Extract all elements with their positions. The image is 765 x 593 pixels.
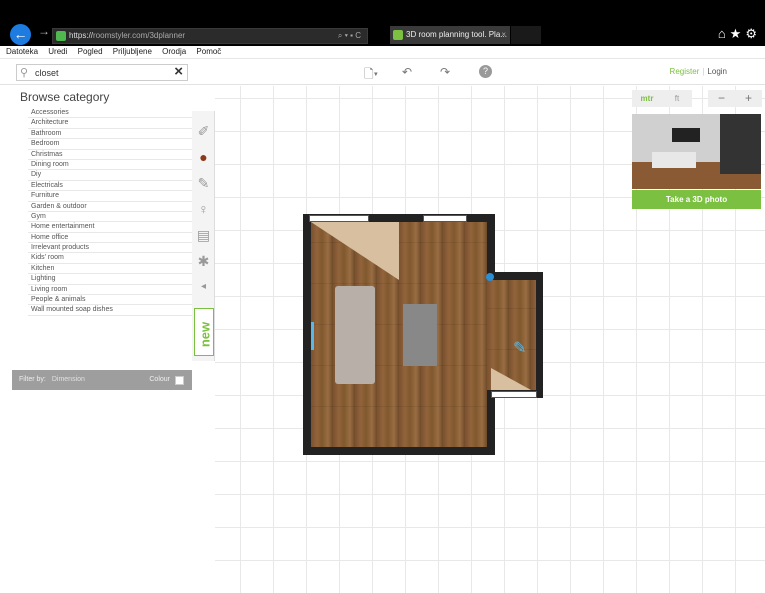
redo-icon[interactable]: ↷	[440, 65, 450, 79]
category-item[interactable]: Garden & outdoor	[28, 202, 194, 212]
url-protocol: https://	[69, 31, 94, 40]
browser-chrome: ← → https://roomstyler.com/3dplanner ⌕ ▾…	[0, 0, 765, 46]
category-item[interactable]: Living room	[28, 285, 194, 296]
unit-toggle: mtr ft	[632, 90, 692, 107]
category-item[interactable]: Christmas	[28, 150, 194, 160]
browser-tab-active[interactable]: 3D room planning tool. Pla... ×	[390, 26, 510, 44]
category-item[interactable]: Accessories	[28, 108, 194, 119]
address-bar-icons[interactable]: ⌕ ▾ ▪ C	[338, 29, 361, 43]
take-3d-photo-button[interactable]: Take a 3D photo	[632, 190, 761, 209]
new-label: new	[197, 321, 213, 348]
favicon-icon	[393, 30, 403, 40]
category-item[interactable]: Home office	[28, 233, 194, 244]
tab-close-icon[interactable]: ×	[501, 26, 506, 44]
3d-preview-thumbnail[interactable]	[632, 114, 761, 189]
category-item[interactable]: Furniture	[28, 191, 194, 202]
menu-uredi[interactable]: Uredi	[48, 47, 67, 56]
plant-icon[interactable]: ✱	[192, 253, 215, 270]
window-side-bottom[interactable]	[491, 391, 537, 398]
menu-pogled[interactable]: Pogled	[78, 47, 103, 56]
category-list: Accessories Architecture Bathroom Bedroo…	[28, 108, 194, 316]
rug[interactable]	[403, 304, 437, 366]
browser-menubar: Datoteka Uredi Pogled Priljubljene Orodj…	[0, 46, 765, 58]
filter-dimension[interactable]: Dimension	[52, 376, 85, 383]
auth-links: Register | Login	[670, 67, 727, 76]
filter-label: Filter by:	[19, 376, 46, 383]
menu-priljubljene[interactable]: Priljubljene	[113, 47, 152, 56]
category-item[interactable]: Electricals	[28, 181, 194, 192]
secure-lock-icon	[56, 31, 66, 41]
category-item[interactable]: Bathroom	[28, 129, 194, 140]
auth-separator: |	[702, 67, 705, 76]
address-bar[interactable]: https://roomstyler.com/3dplanner ⌕ ▾ ▪ C	[52, 28, 368, 44]
filter-colour[interactable]: Colour	[149, 370, 170, 390]
zoom-controls: − +	[708, 90, 762, 107]
forward-button[interactable]: →	[38, 24, 50, 38]
category-item[interactable]: Kitchen	[28, 264, 194, 275]
category-item[interactable]: Home entertainment	[28, 222, 194, 233]
unit-ft-button[interactable]: ft	[662, 90, 692, 107]
browser-home-favorites-settings-icons[interactable]: ⌂★⚙	[718, 26, 761, 42]
window-top-left[interactable]	[309, 215, 369, 222]
wall-opening-marker[interactable]	[311, 322, 314, 350]
wall-corner-handle[interactable]	[486, 273, 494, 281]
search-input[interactable]	[35, 65, 165, 80]
register-link[interactable]: Register	[670, 67, 700, 76]
preview-dark-wall	[720, 114, 761, 174]
category-sidebar: Browse category Accessories Architecture…	[12, 86, 194, 593]
menu-datoteka[interactable]: Datoteka	[6, 47, 38, 56]
collapse-icon[interactable]: ◂	[192, 281, 215, 292]
chair-icon[interactable]: ✎	[513, 338, 526, 358]
app-toolbar: ⚲ × 🗋▾ ↶ ↷ ? Register|Login	[0, 58, 765, 85]
clear-search-icon[interactable]: ×	[174, 63, 183, 80]
filter-bar: Filter by: Dimension Colour	[12, 370, 192, 390]
category-item[interactable]: Bedroom	[28, 139, 194, 150]
menu-orodja[interactable]: Orodja	[162, 47, 186, 56]
url-path: roomstyler.com/3dplanner	[93, 31, 186, 40]
back-button[interactable]: ←	[10, 24, 31, 45]
category-item[interactable]: Architecture	[28, 118, 194, 129]
category-item[interactable]: Dining room	[28, 160, 194, 171]
category-item[interactable]: Diy	[28, 170, 194, 181]
zoom-out-button[interactable]: −	[708, 90, 735, 107]
menu-pomoc[interactable]: Pomoč	[196, 47, 221, 56]
sofa[interactable]	[335, 286, 375, 384]
category-item[interactable]: Irrelevant products	[28, 243, 194, 254]
category-item[interactable]: Kids' room	[28, 253, 194, 264]
search-icon: ⚲	[20, 67, 29, 79]
login-link[interactable]: Login	[707, 67, 727, 76]
zoom-in-button[interactable]: +	[735, 90, 762, 107]
tab-title: 3D room planning tool. Pla...	[406, 30, 507, 39]
undo-icon[interactable]: ↶	[402, 65, 412, 79]
category-item[interactable]: Gym	[28, 212, 194, 223]
help-icon[interactable]: ?	[479, 65, 492, 78]
brush-icon[interactable]: ✎	[192, 175, 215, 192]
new-tab-button[interactable]	[511, 26, 541, 44]
category-item[interactable]: Wall mounted soap dishes	[28, 305, 194, 316]
app-window: ← → https://roomstyler.com/3dplanner ⌕ ▾…	[0, 0, 765, 593]
preview-sofa	[652, 152, 696, 168]
window-top-right[interactable]	[423, 215, 467, 222]
search-box: ⚲ ×	[16, 63, 188, 81]
sidebar-title: Browse category	[20, 90, 110, 104]
category-item[interactable]: People & animals	[28, 295, 194, 306]
preview-tv	[672, 128, 700, 142]
colour-swatch-icon[interactable]	[175, 376, 184, 385]
category-item[interactable]: Lighting	[28, 274, 194, 285]
lamp-icon[interactable]: ♀	[192, 201, 215, 217]
new-document-icon[interactable]: 🗋▾	[364, 65, 378, 86]
cabinet-icon[interactable]: ▤	[192, 227, 215, 244]
furniture-icon[interactable]: ●	[192, 149, 215, 165]
unit-mtr-button[interactable]: mtr	[632, 90, 662, 107]
paint-icon[interactable]: ✐	[192, 123, 215, 140]
new-products-tab[interactable]: new	[194, 308, 214, 356]
